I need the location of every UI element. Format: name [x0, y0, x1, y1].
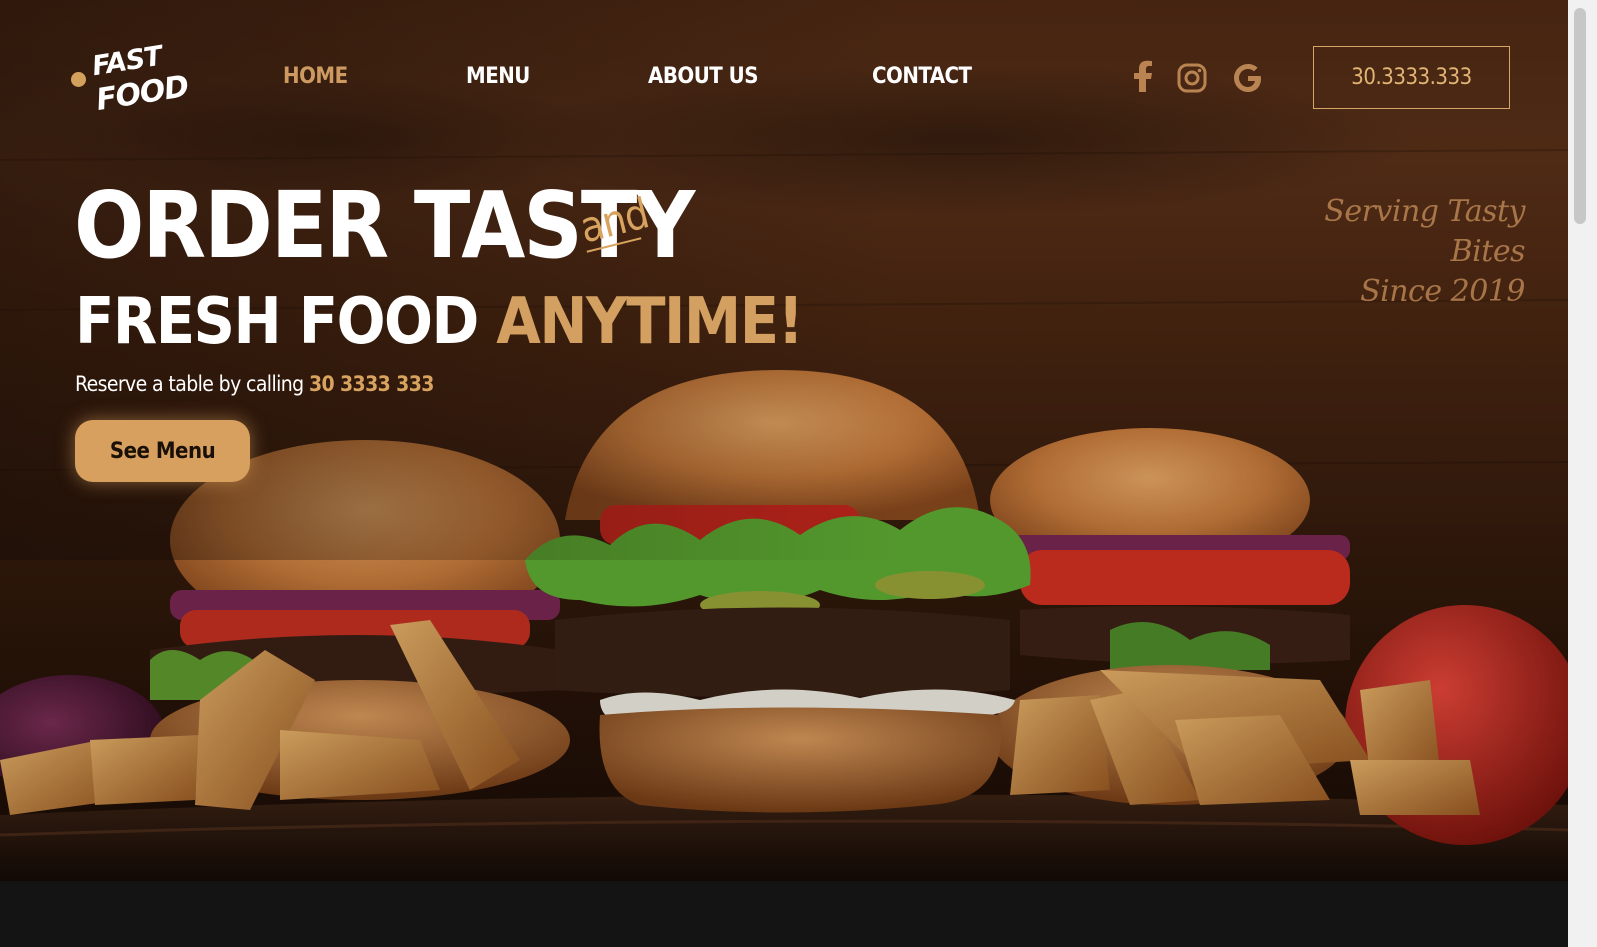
- hero-headline-line2-accent: ANYTIME!: [496, 285, 804, 359]
- scrollbar-thumb[interactable]: [1574, 8, 1586, 224]
- nav-item-about-us[interactable]: ABOUT US: [648, 64, 759, 89]
- hero-tagline: Serving Tasty Bites Since 2019: [1255, 192, 1525, 312]
- site-logo[interactable]: FAST FOOD: [70, 41, 191, 118]
- hero-headline-line2-white: FRESH FOOD: [75, 285, 479, 359]
- nav-item-contact[interactable]: CONTACT: [872, 64, 972, 89]
- see-menu-button[interactable]: See Menu: [75, 420, 250, 482]
- hero-headline-line2: FRESH FOOD ANYTIME!: [75, 290, 804, 354]
- page-bottom-band: [0, 881, 1568, 947]
- reserve-text: Reserve a table by calling 30 3333 333: [75, 372, 434, 396]
- nav-item-home[interactable]: HOME: [283, 64, 348, 89]
- reserve-label: Reserve a table by calling: [75, 372, 304, 396]
- logo-dot-icon: [71, 72, 86, 87]
- tagline-line2: Since 2019: [1360, 274, 1525, 309]
- page-scrollbar[interactable]: [1568, 0, 1597, 947]
- google-icon[interactable]: [1228, 58, 1268, 98]
- nav-item-menu[interactable]: MENU: [466, 64, 530, 89]
- facebook-icon[interactable]: [1124, 58, 1164, 98]
- reserve-phone-number[interactable]: 30 3333 333: [309, 372, 434, 396]
- phone-button[interactable]: 30.3333.333: [1313, 46, 1510, 109]
- instagram-icon[interactable]: [1172, 58, 1212, 98]
- tagline-line1: Serving Tasty Bites: [1324, 194, 1525, 269]
